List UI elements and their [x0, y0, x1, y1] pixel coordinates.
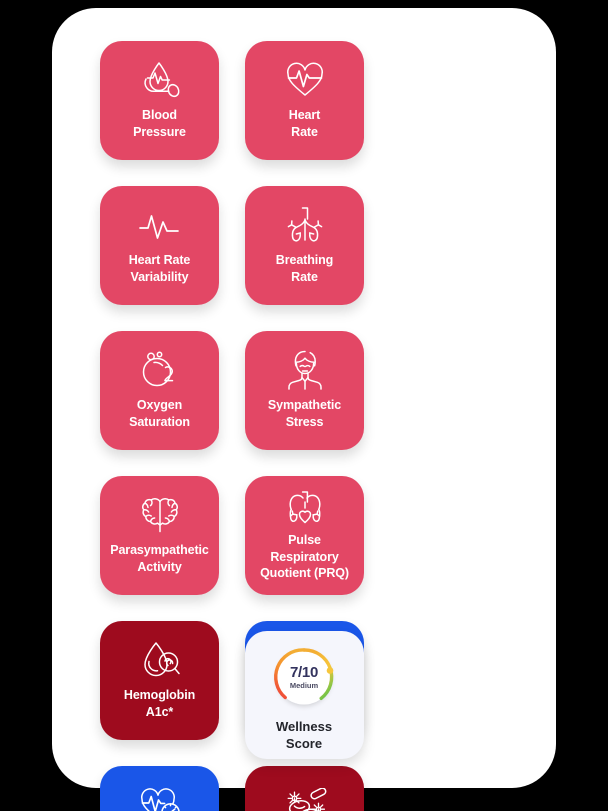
o2-bubble-icon — [138, 347, 182, 393]
metric-tile-sympathetic-stress[interactable]: Sympathetic Stress — [245, 331, 364, 450]
app-root: Blood Pressure Heart Rate Heart Rate Variab… — [0, 0, 608, 811]
wellness-score-label: Wellness Score — [275, 719, 333, 751]
wellness-gauge-readout: 7/10 Medium — [290, 665, 318, 690]
heart-gauge-icon — [137, 782, 183, 811]
wellness-score-value: 7/10 — [290, 663, 318, 681]
metric-tile-label: Pulse Respiratory Quotient (PRQ) — [260, 533, 349, 580]
metric-tile-label: Parasympathetic Activity — [110, 543, 209, 574]
vitals-card: Blood Pressure Heart Rate Heart Rate Variab… — [52, 8, 556, 811]
lungs-heart-icon — [283, 488, 327, 530]
red-blood-cells-icon — [282, 782, 328, 811]
metric-tile-label: Blood Pressure — [133, 108, 186, 139]
stressed-person-icon — [284, 347, 326, 393]
metric-tile-pulse-respiratory-quotient[interactable]: Pulse Respiratory Quotient (PRQ) — [245, 476, 364, 595]
metric-tile-blood-pressure[interactable]: Blood Pressure — [100, 41, 219, 160]
heart-rate-icon — [283, 57, 327, 103]
lungs-airway-icon — [283, 202, 327, 248]
metric-tile-hemoglobin[interactable]: Hemoglobin* — [245, 766, 364, 811]
metric-tile-heart-rate[interactable]: Heart Rate — [245, 41, 364, 160]
metric-tile-heart-rate-variability[interactable]: Heart Rate Variability — [100, 186, 219, 305]
wellness-gauge: 7/10 Medium — [269, 642, 339, 712]
blood-pressure-icon — [137, 57, 183, 103]
wellness-score-tile[interactable]: 7/10 Medium Wellness Score — [244, 631, 364, 759]
brain-icon — [138, 492, 182, 538]
waveform-icon — [137, 202, 183, 248]
metric-tile-label: Heart Rate — [288, 108, 321, 139]
metric-tile-oxygen-saturation[interactable]: Oxygen Saturation — [100, 331, 219, 450]
wellness-score-level: Medium — [289, 680, 319, 690]
wellness-score-row: 7/10 Medium Wellness Score — [100, 631, 508, 759]
metric-tile-hypertension-risk[interactable]: HypertensionRisk — [100, 766, 219, 811]
metric-tile-label: Oxygen Saturation — [129, 398, 190, 429]
metric-tile-label: Heart Rate Variability — [128, 253, 191, 284]
metric-tile-label: Sympathetic Stress — [267, 398, 342, 429]
metric-tile-parasympathetic-activity[interactable]: Parasympathetic Activity — [100, 476, 219, 595]
metric-tile-breathing-rate[interactable]: Breathing Rate — [245, 186, 364, 305]
metric-tile-label: Breathing Rate — [275, 253, 334, 284]
